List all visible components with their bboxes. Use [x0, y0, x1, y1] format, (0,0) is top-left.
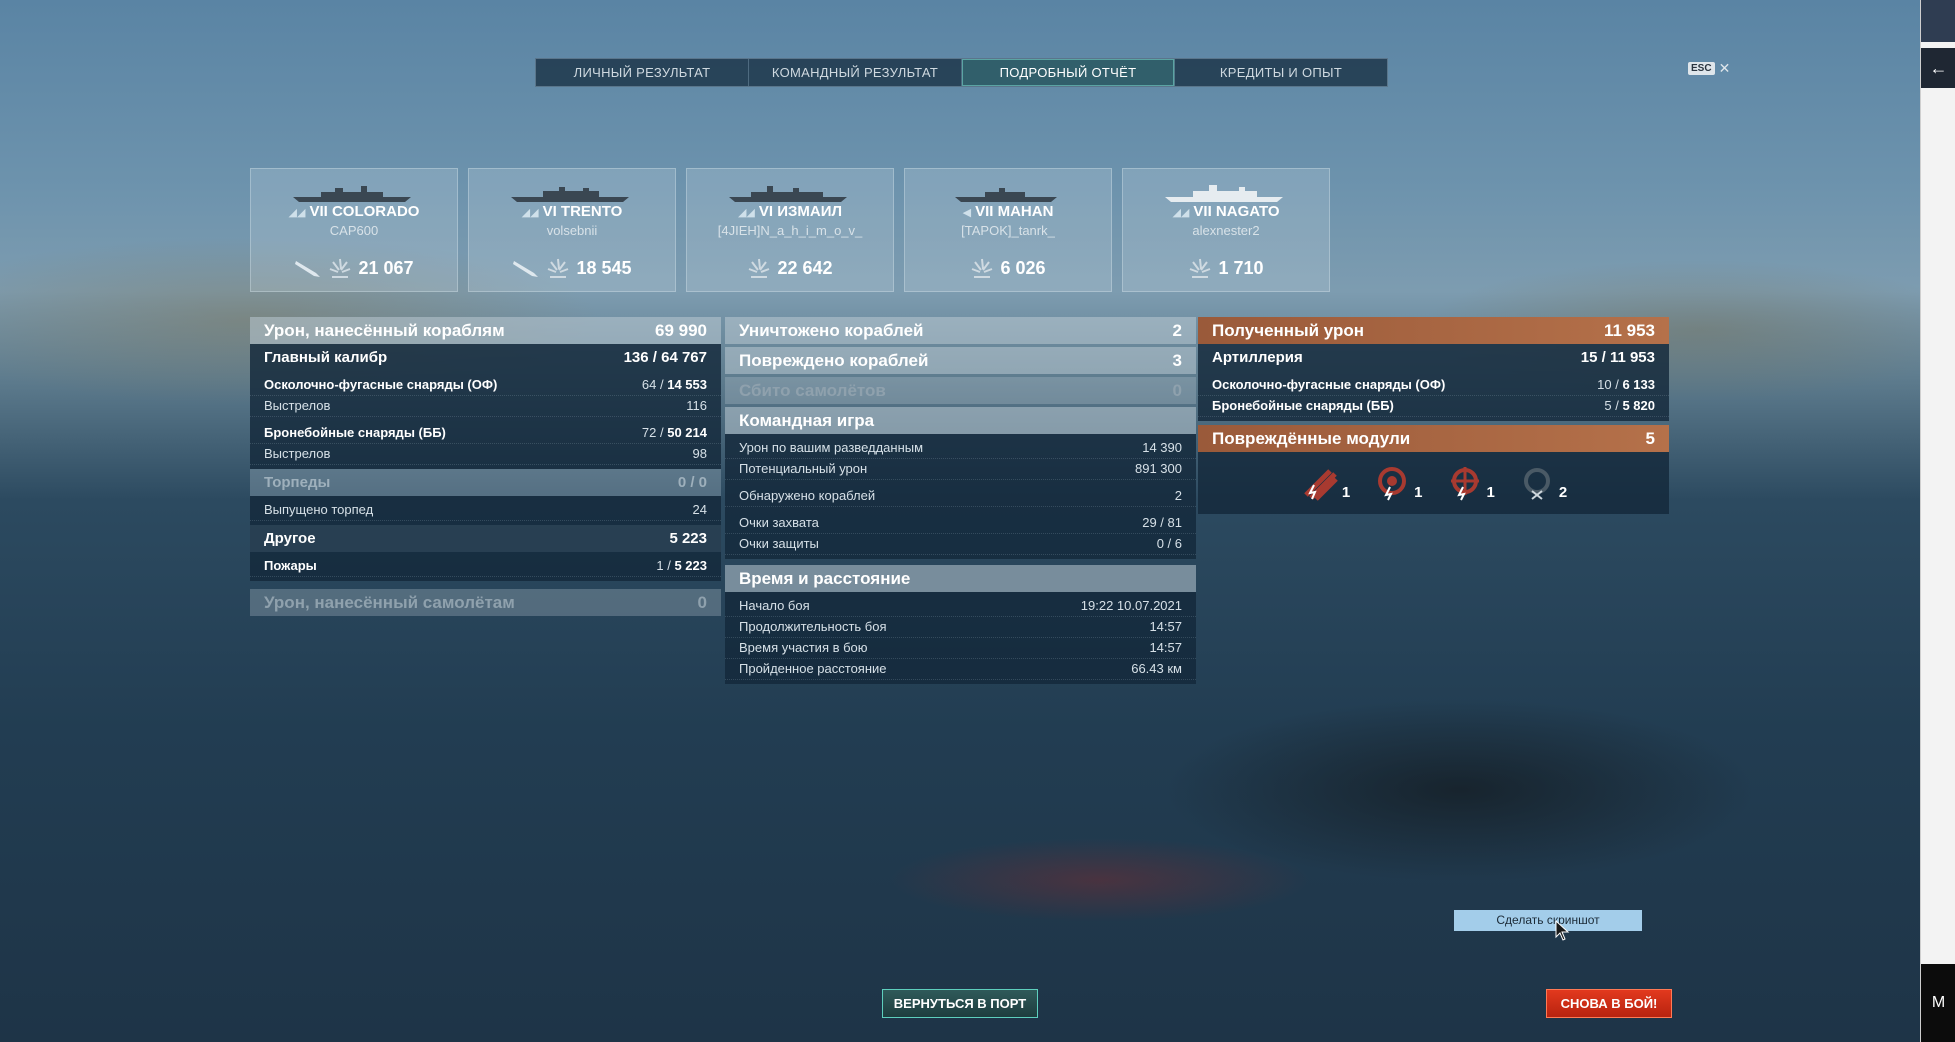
ship-silhouette-icon	[511, 187, 629, 202]
planes-shot-header: Сбито самолётов 0	[725, 377, 1196, 404]
time-distance-header: Время и расстояние	[725, 565, 1196, 592]
tab-credits-xp[interactable]: КРЕДИТЫ И ОПЫТ	[1175, 59, 1387, 86]
distance-row: Пройденное расстояние 66.43 км	[725, 659, 1196, 680]
damage-value: 6 026	[1000, 257, 1046, 278]
ship-card[interactable]: ◢◢ VI TRENTO volsebnii 18 545	[468, 168, 676, 292]
damaged-modules-header: Повреждённые модули 5	[1198, 425, 1669, 452]
esc-key-badge: ESC	[1688, 62, 1715, 75]
time-in-battle-row: Время участия в бою 14:57	[725, 638, 1196, 659]
defense-points-row: Очки защиты 0 / 6	[725, 534, 1196, 555]
damage-dealt-panel: Урон, нанесённый кораблям 69 990 Главный …	[250, 317, 721, 616]
torpedo-icon	[513, 261, 539, 277]
spotting-damage-row: Урон по вашим разведданным 14 390	[725, 438, 1196, 459]
modules-list: 1 1 1 2	[1198, 452, 1669, 514]
take-screenshot-button[interactable]: Сделать скриншот	[1454, 910, 1642, 931]
player-name: [4JIEH]N_a_h_i_m_o_v_	[717, 223, 863, 238]
torpedoes-row: Торпеды 0 / 0	[250, 469, 721, 496]
ship-silhouette-icon	[293, 186, 411, 202]
combat-panel: Уничтожено кораблей 2 Повреждено кораблей…	[725, 317, 1196, 684]
artillery-module-icon	[1304, 469, 1338, 501]
player-name: CAP600	[329, 223, 379, 238]
steering-module-icon	[1450, 467, 1479, 501]
module-item: 1	[1372, 465, 1423, 501]
ship-name: VI ИЗМАИЛ	[758, 203, 843, 220]
received-he-row: Осколочно-фугасные снаряды (ОФ) 10 / 6 13…	[1198, 375, 1669, 396]
ship-name: VI TRENTO	[542, 203, 623, 220]
damage-to-ships-header: Урон, нанесённый кораблям 69 990	[250, 317, 721, 344]
player-name: volsebnii	[546, 223, 598, 238]
ships-spotted-row: Обнаружено кораблей 2	[725, 486, 1196, 507]
ship-card[interactable]: ◀ VII MAHAN [TAPOK]_tanrk_ 6 026	[904, 168, 1112, 292]
damage-icon	[548, 258, 569, 278]
torpedo-icon	[295, 261, 321, 277]
return-to-port-button[interactable]: ВЕРНУТЬСЯ В ПОРТ	[882, 989, 1038, 1018]
tab-personal-result[interactable]: ЛИЧНЫЙ РЕЗУЛЬТАТ	[536, 59, 749, 86]
battle-start-row: Начало боя 19:22 10.07.2021	[725, 596, 1196, 617]
team-play-header: Командная игра	[725, 407, 1196, 434]
tab-bar: ЛИЧНЫЙ РЕЗУЛЬТАТ КОМАНДНЫЙ РЕЗУЛЬТАТ ПОД…	[535, 58, 1388, 87]
artillery-row: Артиллерия 15 / 11 953	[1198, 344, 1669, 371]
tab-team-result[interactable]: КОМАНДНЫЙ РЕЗУЛЬТАТ	[749, 59, 962, 86]
player-name: alexnester2	[1192, 223, 1260, 238]
damage-icon	[749, 258, 770, 278]
destroyer-class-icon: ◢◢	[288, 207, 306, 219]
ship-silhouette-icon	[1165, 185, 1283, 202]
destroyed-module-icon	[1523, 468, 1550, 500]
tab-detailed-report[interactable]: ПОДРОБНЫЙ ОТЧЁТ	[962, 59, 1175, 86]
battle-duration-row: Продолжительность боя 14:57	[725, 617, 1196, 638]
damage-icon	[330, 258, 351, 278]
module-item: 1	[1445, 465, 1495, 501]
ap-shells-row: Бронебойные снаряды (ББ) 72 / 50 214	[250, 423, 721, 444]
damage-to-planes-header: Урон, нанесённый самолётам 0	[250, 589, 721, 616]
ships-damaged-header: Повреждено кораблей 3	[725, 347, 1196, 374]
destroyer-class-icon: ◢◢	[521, 207, 539, 219]
damage-value: 22 642	[777, 257, 833, 278]
damage-icon	[1190, 258, 1211, 278]
destroyer-class-icon: ◢◢	[737, 207, 755, 219]
ship-name: VII MAHAN	[975, 203, 1054, 220]
fires-row: Пожары 1 / 5 223	[250, 556, 721, 577]
ship-card[interactable]: ◢◢ VII COLORADO CAP600 21 067	[250, 168, 458, 292]
ships-destroyed-header: Уничтожено кораблей 2	[725, 317, 1196, 344]
damage-value: 1 710	[1218, 257, 1264, 278]
module-item: 1	[1300, 465, 1350, 501]
ship-card[interactable]: ◢◢ VII NAGATO alexnester2 1 710	[1122, 168, 1330, 292]
capture-points-row: Очки захвата 29 / 81	[725, 513, 1196, 534]
damage-received-header: Полученный урон 11 953	[1198, 317, 1669, 344]
ship-card[interactable]: ◢◢ VI ИЗМАИЛ [4JIEH]N_a_h_i_m_o_v_ 22 642	[686, 168, 894, 292]
damage-value: 21 067	[358, 257, 414, 278]
side-panel-top	[1921, 0, 1955, 42]
other-damage-row: Другое 5 223	[250, 525, 721, 552]
engine-module-icon	[1378, 467, 1407, 501]
received-ap-row: Бронебойные снаряды (ББ) 5 / 5 820	[1198, 396, 1669, 417]
torpedoes-launched-row: Выпущено торпед 24	[250, 500, 721, 521]
battle-again-button[interactable]: СНОВА В БОЙ!	[1546, 989, 1672, 1018]
ap-shots-row: Выстрелов 98	[250, 444, 721, 465]
he-shots-row: Выстрелов 116	[250, 396, 721, 417]
close-icon[interactable]: ✕	[1719, 60, 1731, 77]
ship-name: VII COLORADO	[309, 203, 420, 220]
ship-silhouette-icon	[729, 186, 847, 202]
mouse-cursor-icon	[1555, 920, 1570, 941]
side-panel-bottom: M	[1921, 964, 1955, 1042]
destroyer-class-icon: ◀	[962, 207, 972, 219]
ship-silhouette-icon	[955, 188, 1057, 202]
he-shells-row: Осколочно-фугасные снаряды (ОФ) 64 / 14 5…	[250, 375, 721, 396]
player-name: [TAPOK]_tanrk_	[961, 223, 1055, 238]
damage-value: 18 545	[576, 257, 632, 278]
destroyer-class-icon: ◢◢	[1172, 207, 1190, 219]
damage-received-panel: Полученный урон 11 953 Артиллерия 15 / 11 …	[1198, 317, 1669, 514]
module-item: 2	[1517, 465, 1567, 501]
main-caliber-row: Главный калибр 136 / 64 767	[250, 344, 721, 371]
side-panel: ← M	[1920, 0, 1955, 1042]
damage-icon	[972, 258, 993, 278]
close-control[interactable]: ESC ✕	[1688, 60, 1730, 77]
back-arrow-icon[interactable]: ←	[1921, 48, 1955, 88]
potential-damage-row: Потенциальный урон 891 300	[725, 459, 1196, 480]
ship-name: VII NAGATO	[1193, 203, 1280, 220]
ship-cards: ◢◢ VII COLORADO CAP600 21 067 ◢◢ VI TRENTO…	[250, 168, 1330, 292]
